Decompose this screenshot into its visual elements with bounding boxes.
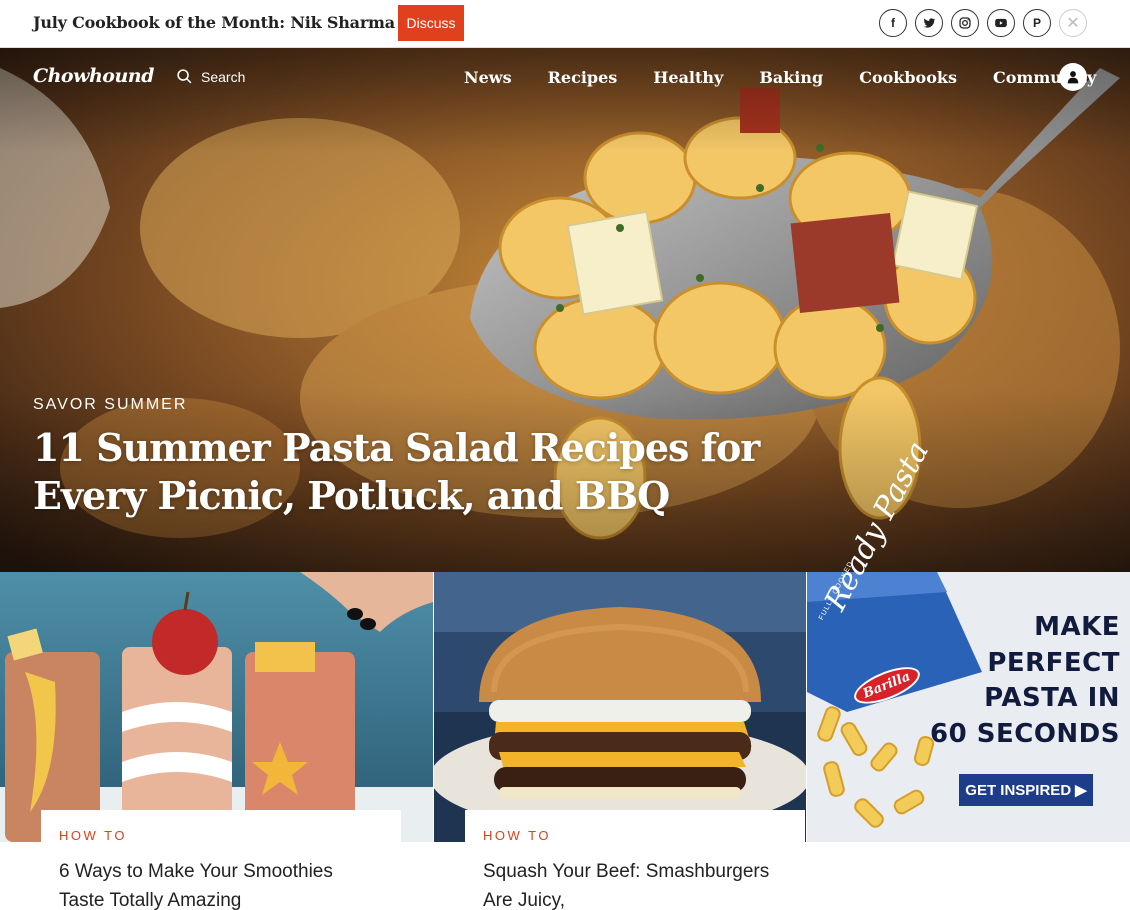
social-links: f P ✕ [879,9,1087,37]
main-nav: Chowhound Search News Recipes Healthy Ba… [0,48,1130,108]
nav-item-cookbooks[interactable]: Cookbooks [859,68,957,87]
promo-text[interactable]: July Cookbook of the Month: Nik Sharma M… [33,13,459,32]
smoothies-image [0,572,433,842]
facebook-icon[interactable]: f [879,9,907,37]
search-label: Search [201,68,246,85]
close-icon[interactable]: ✕ [1059,9,1087,37]
smashburger-image [434,572,806,842]
play-arrow-icon: ▶ [1075,782,1087,799]
ad-headline-line-4: 60 SECONDS [930,719,1120,749]
card-kicker[interactable]: HOW TO [483,828,787,843]
promo-bar: July Cookbook of the Month: Nik Sharma M… [0,0,1130,48]
card-title[interactable]: 6 Ways to Make Your Smoothies Taste Tota… [59,857,383,910]
pinterest-icon[interactable]: P [1023,9,1051,37]
ad-headline-line-1: MAKE [1034,612,1120,642]
twitter-icon[interactable] [915,9,943,37]
nav-item-healthy[interactable]: Healthy [653,68,723,87]
hero-kicker: SAVOR SUMMER [33,396,188,413]
card-title[interactable]: Squash Your Beef: Smashburgers Are Juicy… [483,857,787,910]
user-icon [1067,71,1079,84]
facebook-glyph: f [891,16,895,30]
hero-title[interactable]: 11 Summer Pasta Salad Recipes for Every … [33,424,833,520]
discuss-button[interactable]: Discuss [398,5,464,41]
search-button[interactable]: Search [176,68,245,85]
chowhound-logo[interactable]: Chowhound [33,65,154,87]
ad-headline-line-3: PASTA IN [984,683,1120,713]
ad-headline-line-2: PERFECT [987,648,1120,678]
hero-banner[interactable]: Chowhound Search News Recipes Healthy Ba… [0,48,1130,572]
card-kicker[interactable]: HOW TO [59,828,383,843]
card-text-box: HOW TO Squash Your Beef: Smashburgers Ar… [465,810,805,910]
nav-item-baking[interactable]: Baking [759,68,823,87]
get-inspired-label: GET INSPIRED [965,781,1072,799]
pinterest-glyph: P [1032,16,1041,30]
nav-item-news[interactable]: News [464,68,512,87]
get-inspired-button[interactable]: GET INSPIRED ▶ [959,774,1093,806]
card-text-box: HOW TO 6 Ways to Make Your Smoothies Tas… [41,810,401,910]
search-icon [177,69,192,84]
close-glyph: ✕ [1066,15,1080,32]
nav-links: News Recipes Healthy Baking Cookbooks Co… [464,68,1130,87]
user-account-button[interactable] [1059,63,1087,91]
instagram-icon[interactable] [951,9,979,37]
article-card-smashburgers[interactable]: HOW TO Squash Your Beef: Smashburgers Ar… [434,572,806,910]
youtube-icon[interactable] [987,9,1015,37]
nav-item-recipes[interactable]: Recipes [548,68,618,87]
article-card-smoothies[interactable]: HOW TO 6 Ways to Make Your Smoothies Tas… [0,572,433,910]
